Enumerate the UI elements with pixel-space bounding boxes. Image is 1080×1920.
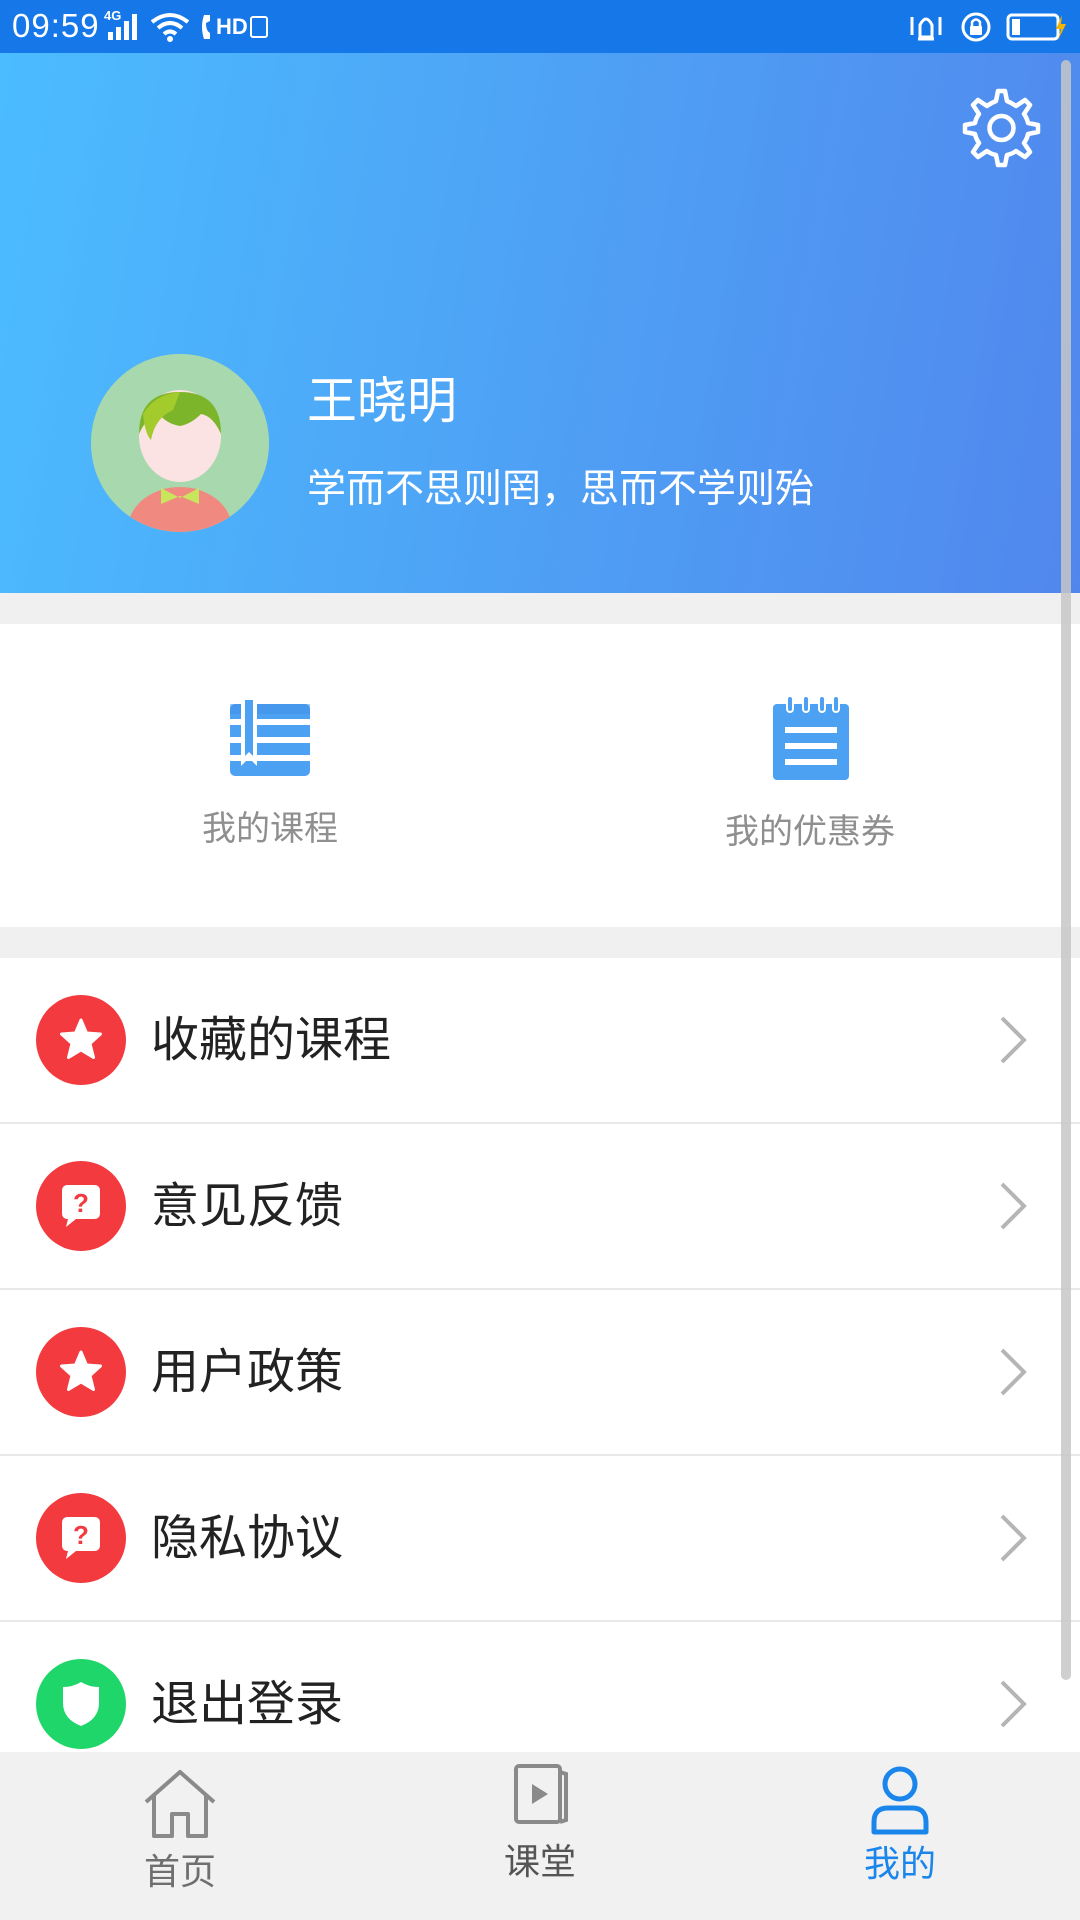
tab-label: 课堂 <box>503 1842 576 1883</box>
chevron-right-icon <box>1000 1348 1027 1396</box>
user-motto: 学而不思则罔，思而不学则殆 <box>307 467 815 512</box>
vibrate-icon <box>906 11 946 43</box>
menu-label: 收藏的课程 <box>151 1012 392 1068</box>
chevron-right-icon <box>1000 1182 1027 1230</box>
svg-text:?: ? <box>73 1188 89 1218</box>
question-bubble-icon: ? <box>36 1493 126 1583</box>
menu-item-favorite-courses[interactable]: 收藏的课程 <box>0 958 1080 1124</box>
shield-icon <box>36 1659 126 1749</box>
battery-icon <box>1006 12 1068 42</box>
star-icon <box>36 1327 126 1417</box>
question-bubble-icon: ? <box>36 1161 126 1251</box>
user-name: 王晓明 <box>307 372 457 430</box>
cellular-signal-icon: 4G <box>104 8 140 42</box>
user-icon <box>871 1766 929 1835</box>
tab-home[interactable]: 首页 <box>0 1752 360 1920</box>
hd-label: HD <box>216 14 248 39</box>
tab-label: 首页 <box>143 1852 216 1893</box>
status-left-icons: 4G HD <box>104 8 268 46</box>
chevron-right-icon <box>1000 1514 1027 1562</box>
status-right-icons <box>906 8 1068 46</box>
scrollbar[interactable] <box>1061 60 1071 1680</box>
menu-label: 意见反馈 <box>151 1178 344 1234</box>
gear-icon <box>962 88 1041 168</box>
sim-slot-badge <box>249 16 268 38</box>
my-courses-button[interactable]: 我的课程 <box>0 624 540 927</box>
status-time: 09:59 <box>12 7 100 44</box>
menu-item-privacy-agreement[interactable]: ? 隐私协议 <box>0 1456 1080 1622</box>
menu-label: 退出登录 <box>151 1676 344 1732</box>
tab-classroom[interactable]: 课堂 <box>360 1752 720 1920</box>
menu-label: 用户政策 <box>151 1344 344 1400</box>
video-icon <box>514 1764 568 1824</box>
bottom-tab-bar: 首页 课堂 我的 <box>0 1752 1080 1920</box>
avatar[interactable] <box>91 354 269 532</box>
rotation-lock-icon <box>960 11 992 43</box>
my-coupons-button[interactable]: 我的优惠券 <box>540 624 1080 927</box>
settings-button[interactable] <box>953 83 1043 173</box>
tab-mine[interactable]: 我的 <box>720 1752 1080 1920</box>
wifi-icon <box>150 12 190 42</box>
my-courses-label: 我的课程 <box>202 809 338 849</box>
book-list-icon <box>230 700 310 776</box>
status-bar: 09:59 4G HD <box>0 0 1080 53</box>
tab-label: 我的 <box>863 1844 936 1885</box>
svg-text:?: ? <box>73 1520 89 1550</box>
chevron-right-icon <box>1000 1680 1027 1728</box>
home-icon <box>144 1770 216 1838</box>
quick-actions-panel: 我的课程 我的优惠券 <box>0 624 1080 927</box>
menu-label: 隐私协议 <box>151 1510 344 1566</box>
notepad-icon <box>773 695 849 780</box>
hd-voice-icon: HD <box>200 12 268 42</box>
menu-item-user-policy[interactable]: 用户政策 <box>0 1290 1080 1456</box>
menu-item-feedback[interactable]: ? 意见反馈 <box>0 1124 1080 1290</box>
my-coupons-label: 我的优惠券 <box>725 812 895 852</box>
menu-list: 收藏的课程 ? 意见反馈 用户政策 ? 隐私协议 退出登录 <box>0 958 1080 1786</box>
star-icon <box>36 995 126 1085</box>
chevron-right-icon <box>1000 1016 1027 1064</box>
profile-header: 王晓明 学而不思则罔，思而不学则殆 <box>0 53 1080 593</box>
